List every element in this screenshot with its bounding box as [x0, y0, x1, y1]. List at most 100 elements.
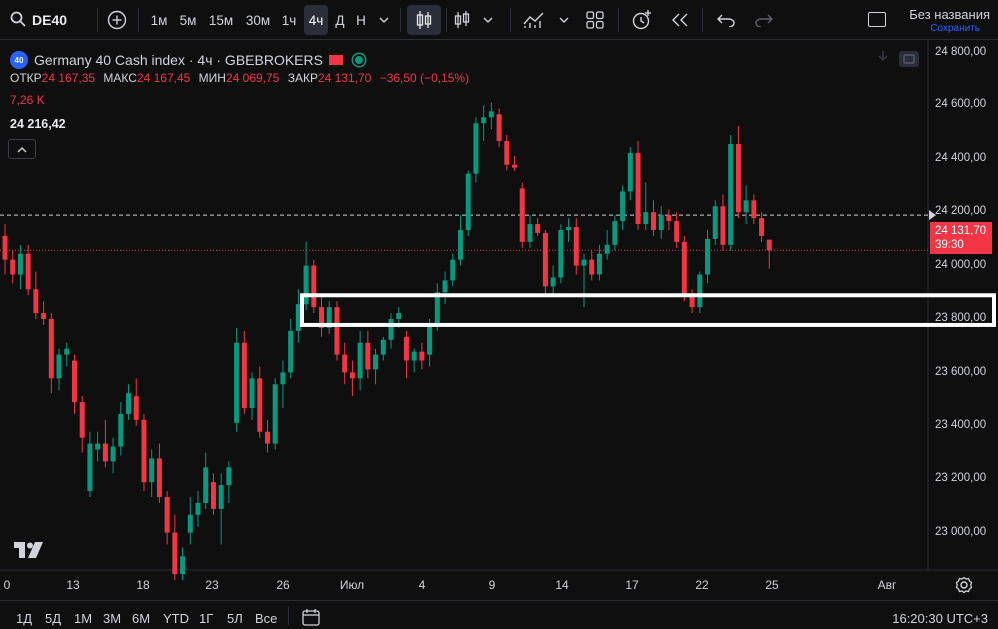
- candle-body: [589, 259, 595, 275]
- candle-body: [71, 360, 77, 403]
- candle-body: [156, 458, 162, 497]
- range-5y[interactable]: 5Л: [227, 611, 243, 626]
- chart-pane[interactable]: 40 Germany 40 Cash index · 4ч · GBEBROKE…: [0, 40, 998, 600]
- volume-value: 7,26 K: [10, 93, 45, 107]
- timeframe-1m[interactable]: 1м: [146, 5, 172, 35]
- market-status-icon[interactable]: [352, 54, 365, 66]
- maximize-pane-icon[interactable]: [898, 50, 920, 73]
- candle-body: [334, 307, 340, 355]
- replay-button[interactable]: [666, 5, 694, 35]
- timeframe-5m[interactable]: 5м: [175, 5, 201, 35]
- highlight-zone-box: [300, 293, 996, 327]
- candle-body: [419, 351, 425, 361]
- candle-body: [41, 313, 47, 319]
- range-1y[interactable]: 1Г: [199, 611, 213, 626]
- pane-buttons: [876, 50, 920, 73]
- candle-body: [365, 342, 371, 370]
- low-label: МИН: [198, 71, 226, 85]
- price-chart[interactable]: [0, 40, 998, 600]
- timeframe-4h[interactable]: 4ч: [304, 5, 328, 35]
- ohlc-values: ОТКР24 167,35 МАКС24 167,45 МИН24 069,75…: [10, 71, 474, 85]
- candle-body: [203, 467, 209, 503]
- range-all[interactable]: Все: [255, 611, 277, 626]
- candle-body: [102, 443, 108, 462]
- chart-settings-button[interactable]: [955, 576, 973, 599]
- candle-body: [766, 239, 772, 251]
- range-6m[interactable]: 6М: [132, 611, 150, 626]
- timeframe-30m[interactable]: 30м: [241, 5, 275, 35]
- chevron-down-icon: [379, 17, 389, 23]
- last-price-tag: 24 131,70 39:30: [930, 222, 992, 254]
- timeframe-15m[interactable]: 15м: [205, 5, 237, 35]
- layout-name-button[interactable]: Без названия Сохранить: [868, 4, 992, 36]
- candle-body: [257, 378, 263, 432]
- toolbar-divider: [618, 8, 619, 32]
- price-axis-label: 24 800,00: [935, 46, 987, 58]
- candles-button[interactable]: [407, 5, 441, 35]
- candle-body: [118, 413, 124, 447]
- candle-body: [735, 143, 741, 213]
- candle-body: [751, 200, 757, 219]
- symbol-search-button[interactable]: DE40: [10, 5, 94, 35]
- download-icon[interactable]: [876, 50, 890, 73]
- candle-body: [218, 485, 224, 509]
- templates-button[interactable]: [582, 5, 608, 35]
- candle-body: [465, 173, 471, 230]
- range-ytd[interactable]: YTD: [163, 611, 189, 626]
- toolbar-divider: [446, 8, 447, 32]
- candle-body: [519, 188, 525, 242]
- series-title[interactable]: Germany 40 Cash index · 4ч · GBEBROKERS: [34, 52, 323, 68]
- candle-body: [241, 342, 247, 408]
- gear-icon: [955, 576, 973, 598]
- bottom-toolbar: 1Д 5Д 1М 3М 6М YTD 1Г 5Л Все 16:20:30 UT…: [0, 600, 998, 629]
- indicators-dropdown[interactable]: [554, 5, 574, 35]
- timeframe-dropdown[interactable]: [374, 5, 394, 35]
- time-axis-label: 14: [555, 578, 569, 592]
- change-value: −36,50 (−0,15%): [379, 71, 470, 85]
- chart-type-button[interactable]: [450, 5, 474, 35]
- chart-type-dropdown[interactable]: [478, 5, 498, 35]
- timeframe-1h[interactable]: 1ч: [277, 5, 301, 35]
- candle-body: [388, 319, 394, 340]
- bars-icon: [453, 10, 471, 30]
- collapse-legend-button[interactable]: [8, 139, 36, 159]
- candle-body: [481, 117, 487, 124]
- tradingview-logo[interactable]: [14, 542, 44, 563]
- candle-body: [403, 336, 409, 361]
- candle-body: [349, 372, 355, 379]
- undo-button[interactable]: [712, 5, 740, 35]
- close-label: ЗАКР: [287, 71, 318, 85]
- candle-body: [64, 348, 70, 355]
- timeframe-week[interactable]: Н: [352, 5, 370, 35]
- go-to-date-button[interactable]: [302, 608, 320, 629]
- candle-body: [473, 123, 479, 174]
- redo-button[interactable]: [750, 5, 778, 35]
- indicators-button[interactable]: [520, 5, 548, 35]
- clock-timezone[interactable]: 16:20:30 UTC+3: [892, 611, 988, 626]
- candle-body: [396, 313, 402, 319]
- candle-body: [450, 259, 456, 281]
- close-value: 24 131,70: [317, 71, 372, 85]
- add-symbol-button[interactable]: [104, 5, 130, 35]
- range-1m[interactable]: 1М: [74, 611, 92, 626]
- alert-icon: [631, 9, 653, 31]
- price-axis-label: 23 200,00: [935, 472, 987, 484]
- search-icon: [10, 11, 26, 30]
- price-axis-label: 23 800,00: [935, 312, 987, 324]
- toolbar-divider: [702, 8, 703, 32]
- range-5d[interactable]: 5Д: [45, 611, 61, 626]
- candle-body: [635, 152, 641, 225]
- candle-body: [488, 111, 494, 118]
- candle-body: [249, 378, 255, 408]
- toolbar-divider: [510, 8, 511, 32]
- candle-body: [620, 191, 626, 222]
- time-axis-label: 17: [625, 578, 639, 592]
- alert-button[interactable]: [628, 5, 656, 35]
- timeframe-day[interactable]: Д: [331, 5, 349, 35]
- candle-body: [573, 227, 579, 266]
- candle-body: [681, 241, 687, 296]
- chevron-down-icon: [559, 17, 569, 23]
- time-axis-label: Июл: [339, 578, 365, 592]
- range-1d[interactable]: 1Д: [16, 611, 32, 626]
- range-3m[interactable]: 3М: [103, 611, 121, 626]
